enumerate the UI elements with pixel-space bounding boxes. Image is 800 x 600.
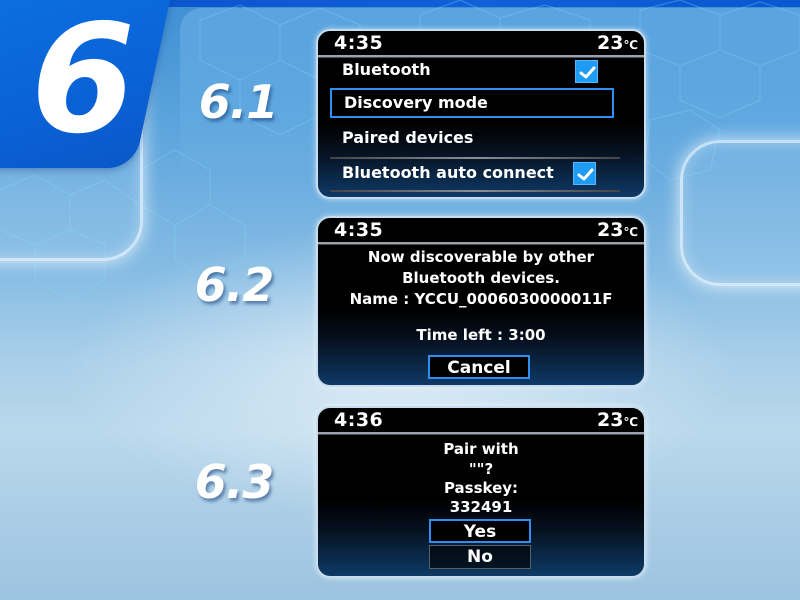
temperature-value: 23	[597, 32, 624, 54]
temperature: 23℃	[597, 32, 638, 54]
clock: 4:35	[334, 219, 384, 241]
check-icon	[577, 168, 594, 181]
discoverable-message-line-2: Bluetooth devices.	[402, 269, 560, 287]
pairing-confirm-screen: 4:36 23℃ Pair with ""? Passkey: 332491 Y…	[316, 406, 646, 578]
status-bar: 4:35 23℃	[318, 218, 644, 245]
step-label-6-3: 6.3	[194, 455, 275, 509]
discoverable-screen: 4:35 23℃ Now discoverable by other Bluet…	[316, 216, 646, 387]
pair-device-name: ""?	[468, 460, 494, 478]
no-button[interactable]: No	[429, 545, 531, 569]
menu-separator	[330, 190, 620, 192]
menu-item-label: Paired devices	[342, 128, 474, 147]
temperature-unit: ℃	[623, 415, 638, 429]
temperature: 23℃	[597, 409, 638, 431]
temperature: 23℃	[597, 219, 638, 241]
temperature-unit: ℃	[623, 225, 638, 239]
section-number: 6	[30, 0, 135, 167]
cancel-button[interactable]: Cancel	[428, 355, 530, 379]
menu-item-discovery-mode[interactable]: Discovery mode	[330, 88, 614, 118]
yes-button[interactable]: Yes	[429, 519, 531, 543]
pair-with-label: Pair with	[443, 440, 519, 458]
menu-item-paired-devices[interactable]: Paired devices	[330, 123, 612, 153]
status-bar: 4:36 23℃	[318, 408, 644, 435]
auto-connect-checkbox[interactable]	[573, 162, 596, 185]
menu-item-label: Bluetooth auto connect	[342, 163, 554, 182]
bluetooth-checkbox[interactable]	[575, 60, 598, 83]
passkey-label: Passkey:	[443, 479, 519, 497]
bluetooth-settings-screen: 4:35 23℃ Bluetooth Discovery mode Paired…	[316, 29, 646, 199]
temperature-value: 23	[597, 219, 624, 241]
step-label-6-2: 6.2	[194, 258, 275, 312]
clock: 4:36	[334, 409, 384, 431]
clock: 4:35	[334, 32, 384, 54]
menu-item-label: Discovery mode	[344, 93, 488, 112]
temperature-value: 23	[597, 409, 624, 431]
status-bar: 4:35 23℃	[318, 31, 644, 58]
time-left: Time left : 3:00	[416, 326, 546, 344]
menu-item-bluetooth[interactable]: Bluetooth	[330, 55, 612, 85]
step-label-6-1: 6.1	[198, 75, 279, 129]
device-name: Name : YCCU_0006030000011F	[349, 290, 613, 308]
passkey-value: 332491	[449, 498, 513, 516]
discoverable-message-line-1: Now discoverable by other	[367, 248, 595, 266]
menu-item-bluetooth-auto-connect[interactable]: Bluetooth auto connect	[330, 158, 580, 188]
temperature-unit: ℃	[623, 38, 638, 52]
menu-item-label: Bluetooth	[342, 60, 431, 79]
check-icon	[579, 66, 596, 79]
